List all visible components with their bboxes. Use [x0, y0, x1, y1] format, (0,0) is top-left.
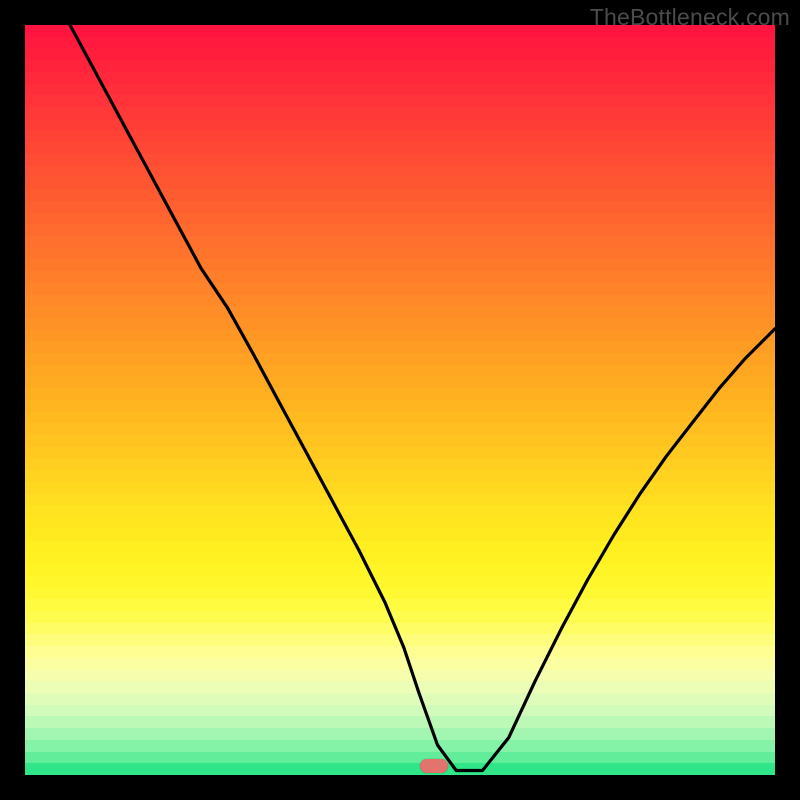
bottleneck-curve	[70, 25, 775, 771]
minimum-marker	[420, 759, 448, 773]
plot-area	[25, 25, 775, 775]
curve-layer	[25, 25, 775, 775]
watermark-text: TheBottleneck.com	[590, 4, 790, 31]
chart-frame: TheBottleneck.com	[0, 0, 800, 800]
